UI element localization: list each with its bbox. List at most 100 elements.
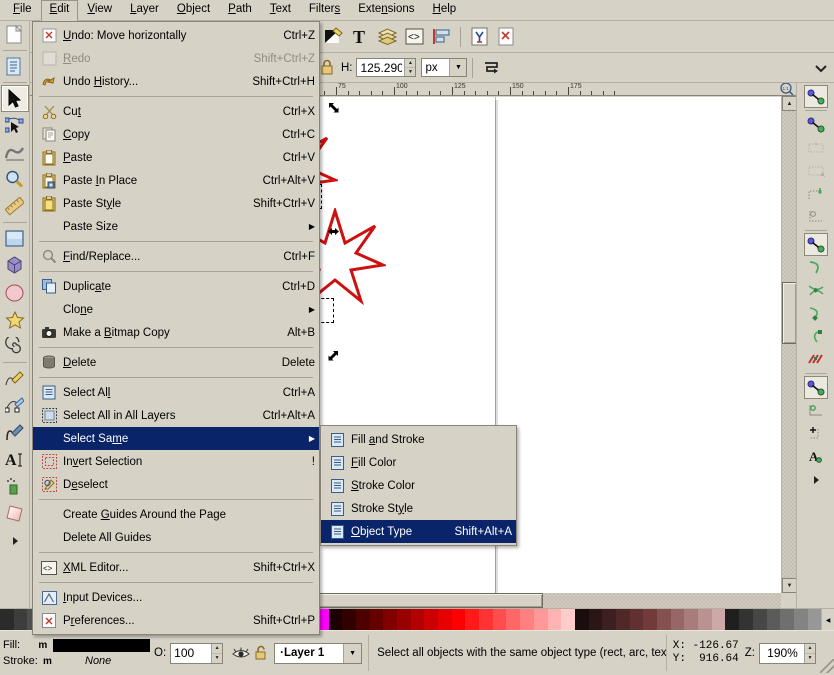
snap-bbox-centers-toggle[interactable] (804, 205, 828, 228)
palette-swatch[interactable] (602, 609, 616, 631)
tweak-tool[interactable] (1, 139, 29, 166)
zoom-spin-up[interactable]: ▲ (805, 644, 815, 654)
opacity-input[interactable] (171, 644, 211, 663)
box3d-tool[interactable] (1, 252, 29, 279)
palette-swatch[interactable] (479, 609, 493, 631)
menu-item-delete[interactable]: Delete Delete (33, 351, 319, 374)
submenu-item-object-type[interactable]: Object Type Shift+Alt+A (321, 520, 516, 543)
menu-item-paste[interactable]: Paste Ctrl+V (33, 146, 319, 169)
menu-item-invert-selection[interactable]: Invert Selection ! (33, 450, 319, 473)
h-spin-arrows[interactable]: ▲▼ (404, 59, 415, 76)
menu-item-deselect[interactable]: Deselect (33, 473, 319, 496)
palette-swatch[interactable] (643, 609, 657, 631)
snap-paths-toggle[interactable] (804, 256, 828, 279)
menu-view[interactable]: View (78, 0, 121, 20)
menu-item-find-replace[interactable]: Find/Replace... Ctrl+F (33, 245, 319, 268)
menu-item-create-guides-around-page[interactable]: Create Guides Around the Page (33, 503, 319, 526)
resize-grip[interactable] (820, 659, 834, 673)
units-select[interactable]: px ▼ (421, 58, 467, 77)
zoom-spin-down[interactable]: ▼ (805, 654, 815, 663)
menu-filters[interactable]: Filters (300, 0, 349, 20)
palette-swatch[interactable] (534, 609, 548, 631)
unlock-icon[interactable] (251, 643, 271, 663)
menu-extensions[interactable]: Extensions (349, 0, 423, 20)
opacity-spin-arrows[interactable]: ▲▼ (211, 644, 222, 663)
palette-swatch[interactable] (616, 609, 630, 631)
menu-item-cut[interactable]: Cut Ctrl+X (33, 100, 319, 123)
scroll-down-button[interactable]: ▼ (782, 578, 797, 593)
opacity-control[interactable]: O: ▲▼ (154, 643, 223, 664)
more-tools-icon[interactable] (1, 527, 29, 554)
menu-item-select-same[interactable]: Select Same ▶ (33, 427, 319, 450)
palette-swatch[interactable] (575, 609, 589, 631)
menu-object[interactable]: Object (168, 0, 219, 20)
palette-swatch[interactable] (452, 609, 466, 631)
snap-bbox-corners-toggle[interactable] (804, 159, 828, 182)
menu-item-paste-in-place[interactable]: Paste In Place Ctrl+Alt+V (33, 169, 319, 192)
enable-snapping-toggle[interactable] (804, 85, 828, 108)
snap-cusp-nodes-toggle[interactable] (804, 302, 828, 325)
palette-swatch[interactable] (780, 609, 794, 631)
more-snap-options-icon[interactable] (804, 468, 828, 491)
eye-icon[interactable] (231, 643, 251, 663)
handle-se[interactable] (327, 349, 340, 362)
node-editor-tool[interactable] (1, 112, 29, 139)
spiral-tool[interactable] (1, 333, 29, 360)
submenu-item-stroke-style[interactable]: Stroke Style (321, 497, 516, 520)
fill-swatch[interactable] (53, 639, 150, 652)
palette-swatch[interactable] (794, 609, 808, 631)
menu-file[interactable]: File (4, 0, 41, 20)
palette-swatch[interactable] (753, 609, 767, 631)
menu-item-preferences[interactable]: Preferences... Shift+Ctrl+P (33, 609, 319, 632)
new-document-icon[interactable] (1, 21, 29, 48)
palette-swatch[interactable] (397, 609, 411, 631)
scroll-up-button[interactable]: ▲ (782, 96, 797, 111)
align-dialog-icon[interactable] (428, 23, 455, 50)
star-tool[interactable] (1, 306, 29, 333)
gradient-tool[interactable] (1, 500, 29, 527)
palette-swatch[interactable] (589, 609, 603, 631)
stroke-row[interactable]: Stroke: m None (3, 653, 150, 669)
palette-swatch[interactable] (370, 609, 384, 631)
chevron-down-icon[interactable]: ▼ (449, 59, 466, 76)
measure-tool[interactable] (1, 193, 29, 220)
calligraphy-tool[interactable] (1, 419, 29, 446)
menu-item-select-all[interactable]: Select All Ctrl+A (33, 381, 319, 404)
zoom-input[interactable] (760, 644, 804, 663)
menu-item-clone[interactable]: Clone ▶ (33, 298, 319, 321)
menu-item-undo[interactable]: Undo: Move horizontally Ctrl+Z (33, 24, 319, 47)
paint-bucket-tool[interactable] (1, 473, 29, 500)
palette-swatch[interactable] (465, 609, 479, 631)
fill-row[interactable]: Fill: m (3, 637, 150, 653)
palette-swatch[interactable] (671, 609, 685, 631)
close-document-icon[interactable] (493, 23, 520, 50)
palette-swatch[interactable] (520, 609, 534, 631)
menu-text[interactable]: Text (261, 0, 300, 20)
bezier-tool[interactable] (1, 392, 29, 419)
menu-item-undo-history[interactable]: Undo History... Shift+Ctrl+H (33, 70, 319, 93)
snap-smooth-nodes-toggle[interactable] (804, 325, 828, 348)
affect-transform-icon[interactable] (478, 54, 505, 81)
palette-swatch[interactable] (493, 609, 507, 631)
palette-swatch[interactable] (698, 609, 712, 631)
snap-object-centers-toggle[interactable] (804, 399, 828, 422)
palette-swatch[interactable] (561, 609, 575, 631)
text-tool-icon[interactable]: T (347, 23, 374, 50)
menu-item-make-bitmap-copy[interactable]: Make a Bitmap Copy Alt+B (33, 321, 319, 344)
snap-others-toggle[interactable] (804, 376, 828, 399)
palette-swatch[interactable] (14, 609, 28, 631)
text-tool[interactable]: A (1, 446, 29, 473)
zoom-tool[interactable] (1, 166, 29, 193)
palette-swatch[interactable] (684, 609, 698, 631)
menu-edit[interactable]: Edit (41, 0, 79, 21)
h-spin-down[interactable]: ▼ (405, 68, 415, 76)
palette-swatch[interactable] (506, 609, 520, 631)
h-spinner[interactable]: ▲▼ (356, 58, 416, 77)
opacity-spinner[interactable]: ▲▼ (170, 643, 223, 664)
palette-swatch[interactable] (383, 609, 397, 631)
zoom-spin-arrows[interactable]: ▲▼ (804, 644, 815, 663)
chevron-down-icon[interactable]: ▼ (343, 644, 361, 663)
palette-swatch[interactable] (630, 609, 644, 631)
palette-swatch[interactable] (808, 609, 822, 631)
vscroll-track[interactable] (782, 111, 797, 578)
